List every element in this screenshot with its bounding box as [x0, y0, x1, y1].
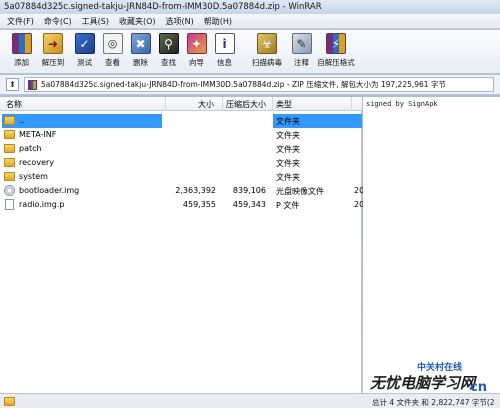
file-icon [5, 199, 14, 210]
column-divider[interactable] [222, 97, 223, 111]
view-icon: ◎ [102, 33, 123, 54]
status-drive-icon [4, 397, 15, 406]
comment-panel: signed by SignApk [363, 97, 500, 393]
add-button[interactable]: 添加 [8, 33, 35, 68]
column-divider[interactable] [351, 97, 352, 111]
file-row-parent[interactable]: .. 文件夹 [0, 114, 362, 128]
address-bar: ⬆ 5a07884d325c.signed-takju-JRN84D-from-… [0, 75, 500, 95]
address-field[interactable]: 5a07884d325c.signed-takju-JRN84D-from-IM… [24, 77, 494, 92]
menu-commands[interactable]: 命令(C) [39, 16, 77, 27]
find-button[interactable]: ⚲ 查找 [155, 33, 182, 68]
info-button[interactable]: i 信息 [211, 33, 238, 68]
column-divider[interactable] [272, 97, 273, 111]
column-type[interactable]: 类型 [276, 99, 292, 110]
test-icon: ✓ [74, 33, 95, 54]
column-name[interactable]: 名称 [6, 99, 22, 110]
folder-icon [4, 116, 15, 125]
delete-button[interactable]: ✖ 删除 [127, 33, 154, 68]
sfx-button[interactable]: ⚡ 自解压格式 [316, 33, 356, 68]
comment-icon: ✎ [291, 33, 312, 54]
menu-file[interactable]: 文件(F) [2, 16, 39, 27]
delete-icon: ✖ [130, 33, 151, 54]
virus-scan-button[interactable]: ☣ 扫描病毒 [247, 33, 287, 68]
view-button[interactable]: ◎ 查看 [99, 33, 126, 68]
file-row-meta-inf[interactable]: META-INF 文件夹 [0, 128, 362, 142]
folder-icon [4, 130, 15, 139]
file-row-system[interactable]: system 文件夹 [0, 170, 362, 184]
title-bar: 5a07884d325c.signed-takju-JRN84D-from-IM… [0, 0, 500, 14]
column-size[interactable]: 大小 [198, 99, 214, 110]
archive-icon [28, 79, 37, 90]
file-row-patch[interactable]: patch 文件夹 [0, 142, 362, 156]
menu-favorites[interactable]: 收藏夹(O) [114, 16, 161, 27]
toolbar: 添加 ➜ 解压到 ✓ 测试 ◎ 查看 ✖ 删除 ⚲ 查找 ✦ 向导 i 信息 ☣… [0, 30, 500, 74]
winrar-window: 5a07884d325c.signed-takju-JRN84D-from-IM… [0, 0, 500, 408]
file-row-recovery[interactable]: recovery 文件夹 [0, 156, 362, 170]
address-text: 5a07884d325c.signed-takju-JRN84D-from-IM… [41, 80, 446, 89]
watermark: 无忧电脑学习网 [370, 374, 476, 392]
virus-scan-icon: ☣ [257, 33, 277, 54]
column-divider[interactable] [165, 97, 166, 111]
add-archive-icon [11, 33, 32, 54]
watermark-domain: cn [470, 380, 487, 395]
folder-icon [4, 144, 15, 153]
find-icon: ⚲ [158, 33, 179, 54]
info-icon: i [214, 33, 235, 54]
status-text: 总计 4 文件夹 和 2,822,747 字节(2 [372, 398, 495, 407]
menu-bar: 文件(F) 命令(C) 工具(S) 收藏夹(O) 选项(N) 帮助(H) [0, 14, 500, 29]
folder-icon [4, 172, 15, 181]
column-packed[interactable]: 压缩后大小 [226, 99, 266, 110]
window-title: 5a07884d325c.signed-takju-JRN84D-from-IM… [4, 2, 322, 12]
file-row-radio[interactable]: radio.img.p 459,355 459,343 P 文件 20 [0, 198, 364, 212]
disc-image-icon [4, 185, 15, 196]
menu-tools[interactable]: 工具(S) [77, 16, 114, 27]
menu-help[interactable]: 帮助(H) [199, 16, 237, 27]
comment-text: signed by SignApk [366, 100, 438, 108]
list-header: 名称 大小 压缩后大小 类型 [0, 97, 362, 111]
wizard-button[interactable]: ✦ 向导 [183, 33, 210, 68]
menu-options[interactable]: 选项(N) [161, 16, 199, 27]
folder-icon [4, 158, 15, 167]
up-folder-button[interactable]: ⬆ [6, 78, 19, 91]
comment-button[interactable]: ✎ 注释 [288, 33, 315, 68]
sfx-icon: ⚡ [326, 33, 346, 54]
test-button[interactable]: ✓ 测试 [71, 33, 98, 68]
status-bar: 总计 4 文件夹 和 2,822,747 字节(2 [0, 393, 500, 408]
up-arrow-icon: ⬆ [9, 80, 16, 89]
wizard-icon: ✦ [186, 33, 207, 54]
file-list: .. 文件夹 META-INF 文件夹 patch 文件夹 recovery 文… [0, 111, 364, 393]
file-row-bootloader[interactable]: bootloader.img 2,363,392 839,106 光盘映像文件 … [0, 184, 364, 198]
extract-to-button[interactable]: ➜ 解压到 [36, 33, 70, 68]
extract-to-icon: ➜ [43, 33, 63, 54]
